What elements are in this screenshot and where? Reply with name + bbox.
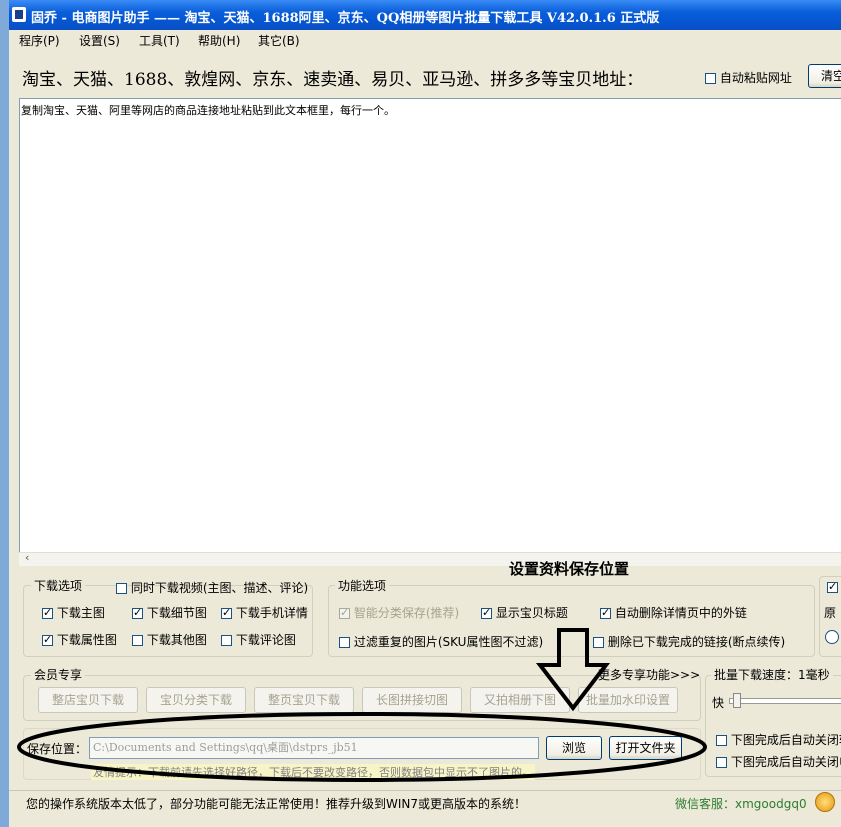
highlight-ellipse [17,712,707,782]
status-bar: 您的操作系统版本太低了，部分功能可能无法正常使用！推荐升级到WIN7或更高版本的… [9,790,841,813]
service-label: 微信客服：xmgoodgq0 [675,797,807,811]
down-arrow-icon [535,628,611,712]
desktop-edge [0,0,9,827]
service-chat-icon[interactable] [815,792,835,812]
status-message: 您的操作系统版本太低了，部分功能可能无法正常使用！推荐升级到WIN7或更高版本的… [26,797,527,811]
app-window: 固乔 - 电商图片助手 —— 淘宝、天猫、1688阿里、京东、QQ相册等图片批量… [9,0,841,827]
annotation-overlay [17,628,707,782]
